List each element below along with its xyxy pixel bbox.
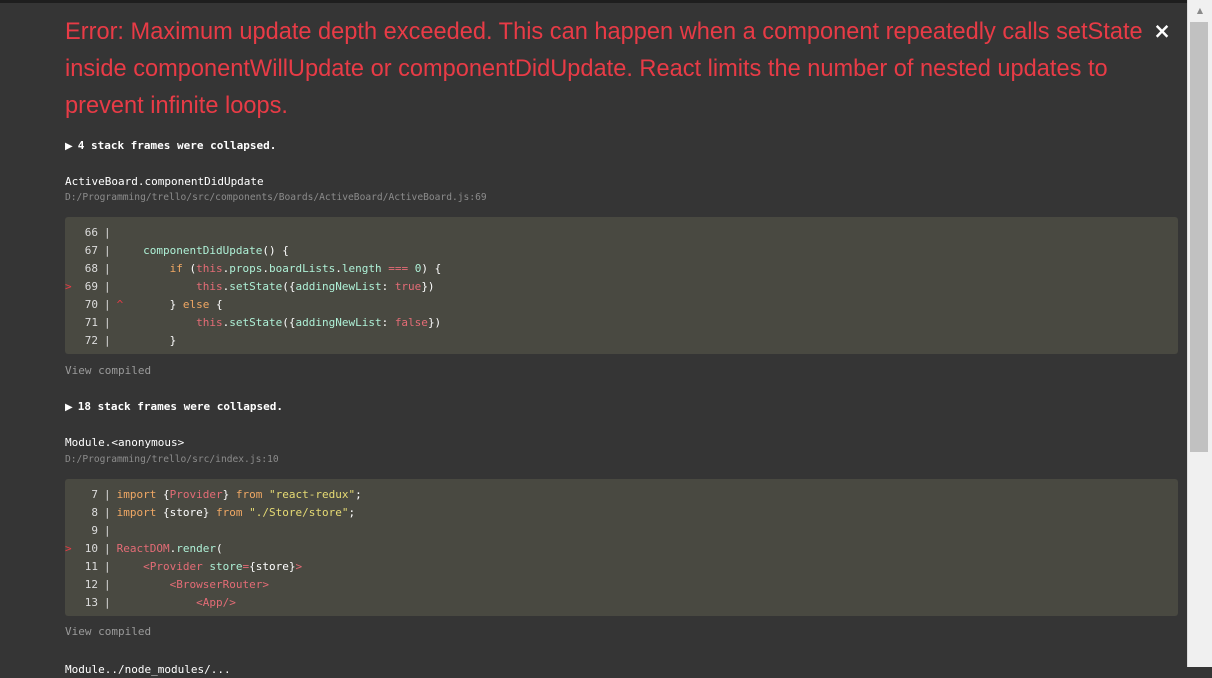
code-line: 8 | import {store} from "./Store/store"; — [91, 506, 356, 519]
code-snippet: 7 | import {Provider} from "react-redux"; … — [65, 479, 1178, 616]
error-header: Error: Maximum update depth exceeded. Th… — [65, 14, 1178, 125]
code-line: 66 | — [84, 226, 111, 239]
error-line-marker: > — [65, 542, 72, 555]
window-top-border — [0, 0, 1212, 3]
close-icon[interactable]: × — [1152, 18, 1172, 44]
error-line-marker: > — [65, 280, 72, 293]
view-compiled-link[interactable]: View compiled — [65, 363, 151, 379]
code-line: 71 | this.setState({addingNewList: false}… — [84, 316, 442, 329]
expand-triangle-icon: ▶ — [65, 402, 73, 413]
code-line: 70 | ^ } else { — [84, 298, 223, 311]
stack-frame-file-path[interactable]: D:/Programming/trello/src/index.js:10 — [65, 453, 279, 467]
code-line: 68 | if (this.props.boardLists.length ===… — [84, 262, 442, 275]
stack-frame-file-path[interactable]: D:/Programming/trello/src/components/Boa… — [65, 191, 487, 205]
next-stack-frame-function: Module../node_modules/... — [65, 663, 231, 676]
view-compiled-link[interactable]: View compiled — [65, 624, 151, 640]
code-line: 11 | <Provider store={store}> — [84, 560, 303, 573]
error-message: Error: Maximum update depth exceeded. Th… — [65, 19, 1143, 119]
expand-triangle-icon: ▶ — [65, 141, 73, 152]
code-line: 67 | componentDidUpdate() { — [84, 244, 289, 257]
code-snippet: 66 | 67 | componentDidUpdate() { 68 | if (t… — [65, 217, 1178, 354]
code-line: 13 | <App/> — [84, 596, 236, 609]
scrollbar-thumb[interactable] — [1190, 22, 1208, 452]
code-line: 9 | — [91, 524, 111, 537]
code-line-highlighted: >10 | ReactDOM.render( — [65, 540, 1178, 558]
stack-frame-function: ActiveBoard.componentDidUpdate — [65, 175, 264, 188]
scroll-up-arrow-icon[interactable]: ▲ — [1188, 0, 1212, 22]
code-line: 72 | } — [84, 334, 177, 347]
code-line-highlighted: >69 | this.setState({addingNewList: true}… — [65, 278, 1178, 296]
collapsed-frames-label: 4 stack frames were collapsed. — [77, 139, 277, 152]
code-line: 7 | import {Provider} from "react-redux"; — [91, 488, 362, 501]
code-line: 12 | <BrowserRouter> — [84, 578, 269, 591]
stack-frame-function: Module.<anonymous> — [65, 436, 185, 449]
collapsed-frames-toggle[interactable]: ▶ 18 stack frames were collapsed. — [65, 399, 283, 415]
collapsed-frames-label: 18 stack frames were collapsed. — [77, 400, 284, 413]
vertical-scrollbar[interactable]: ▲ — [1187, 0, 1212, 667]
collapsed-frames-toggle[interactable]: ▶ 4 stack frames were collapsed. — [65, 138, 276, 154]
